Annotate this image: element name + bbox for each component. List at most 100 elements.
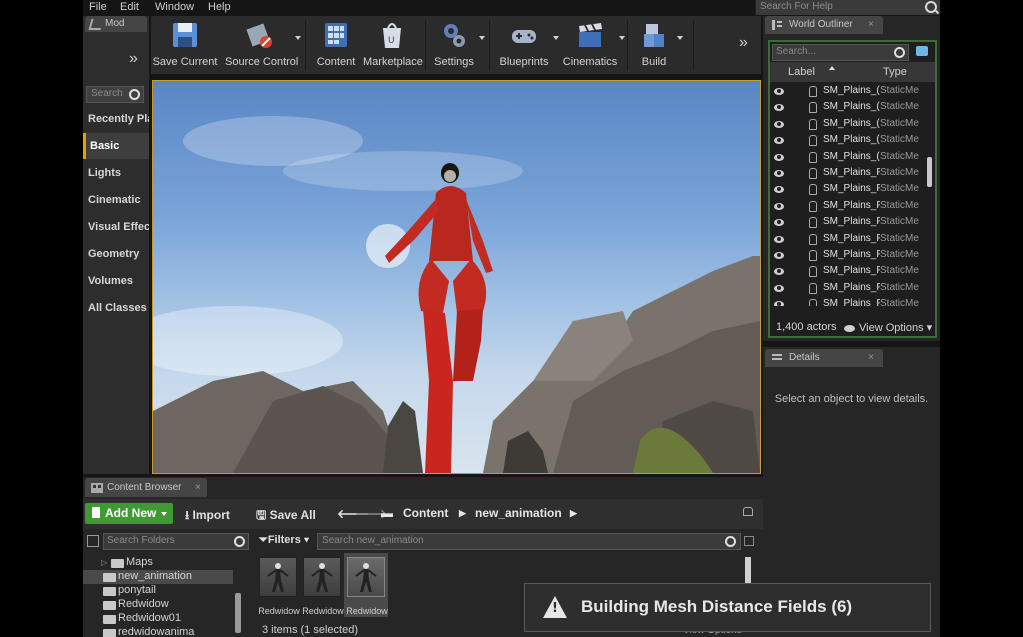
content-browser-tab[interactable]: Content Browser × [85, 478, 207, 497]
visibility-eye-icon[interactable] [774, 252, 784, 259]
category-recently-placed[interactable]: Recently Pla [83, 106, 149, 132]
menu-file[interactable]: File [89, 0, 107, 14]
settings-button[interactable]: Settings [429, 16, 485, 74]
source-control-button[interactable]: Source Control [225, 16, 301, 74]
visibility-eye-icon[interactable] [774, 104, 784, 112]
outliner-scrollbar[interactable] [927, 157, 932, 187]
folder-new-animation[interactable]: new_animation [83, 570, 233, 584]
folder-scrollbar[interactable] [235, 593, 241, 633]
visibility-eye-icon[interactable] [774, 170, 784, 177]
visibility-eye-icon[interactable] [774, 186, 784, 194]
save-search-icon[interactable] [744, 536, 754, 546]
close-icon[interactable]: × [868, 352, 874, 363]
category-volumes[interactable]: Volumes [83, 268, 149, 294]
folder-maps[interactable]: ▷ Maps [83, 556, 233, 570]
menu-window[interactable]: Window [155, 0, 194, 14]
chevron-down-icon[interactable] [553, 36, 559, 40]
visibility-eye-icon[interactable] [774, 268, 784, 276]
details-tab[interactable]: Details × [765, 349, 883, 367]
outliner-row[interactable]: SM_Plains_F StaticMe [770, 232, 928, 248]
outliner-row[interactable]: SM_Plains_(StaticMe [770, 117, 928, 133]
build-button[interactable]: Build [631, 16, 683, 74]
asset-tile[interactable]: Redwidow [302, 557, 344, 616]
chevron-down-icon[interactable] [677, 36, 683, 40]
add-new-button[interactable]: Add New [85, 503, 173, 524]
visibility-eye-icon[interactable] [774, 284, 784, 292]
folder-redwidow[interactable]: Redwidow [83, 598, 233, 612]
asset-tile[interactable]: Redwidow [258, 557, 300, 616]
visibility-eye-icon[interactable] [774, 301, 784, 306]
search-icon [234, 536, 245, 547]
menu-edit[interactable]: Edit [120, 0, 139, 14]
visibility-eye-icon[interactable] [774, 153, 784, 161]
outliner-row[interactable]: SM_Plains_F StaticMe [770, 199, 928, 215]
search-icon [894, 47, 905, 58]
asset-search-input[interactable]: Search new_animation [317, 533, 741, 550]
chevron-down-icon[interactable] [619, 36, 625, 40]
marketplace-button[interactable]: U Marketplace [363, 16, 423, 74]
chevron-down-icon[interactable] [479, 36, 485, 40]
lock-icon[interactable] [743, 507, 753, 516]
import-button[interactable]: ⭳ Import [185, 506, 230, 527]
save-current-button[interactable]: Save Current [151, 16, 219, 74]
content-browser-icon [91, 483, 103, 493]
visibility-eye-icon[interactable] [774, 235, 784, 243]
outliner-row[interactable]: SM_Plains_F StaticMe [770, 281, 928, 297]
asset-scrollbar[interactable] [745, 557, 751, 585]
outliner-row[interactable]: SM_Plains_(StaticMe [770, 84, 928, 100]
category-visual-effects[interactable]: Visual Effec [83, 214, 149, 240]
expand-arrow-icon[interactable]: ▷ [101, 558, 107, 567]
outliner-row[interactable]: SM_Plains_F StaticMe [770, 215, 928, 231]
viewport-scene[interactable] [152, 80, 761, 474]
breadcrumb-new-animation[interactable]: new_animation [475, 506, 562, 520]
visibility-eye-icon[interactable] [774, 202, 784, 210]
outliner-row[interactable]: SM_Plains_F StaticMe [770, 297, 928, 306]
category-geometry[interactable]: Geometry [83, 241, 149, 267]
menu-help[interactable]: Help [208, 0, 231, 14]
outliner-row[interactable]: SM_Plains_(StaticMe [770, 150, 928, 166]
folder-redwidowanima[interactable]: redwidowanima [83, 626, 233, 637]
outliner-row[interactable]: SM_Plains_F StaticMe [770, 264, 928, 280]
blueprints-button[interactable]: Blueprints [495, 16, 559, 74]
outliner-search-input[interactable]: Search... [772, 44, 909, 61]
toolbar-overflow-chevron-icon[interactable]: » [739, 34, 748, 52]
expand-chevron-icon[interactable]: » [129, 50, 138, 68]
close-icon[interactable]: × [868, 19, 874, 30]
save-all-button[interactable]: 🖫 Save All [256, 506, 316, 527]
visibility-eye-icon[interactable] [774, 137, 784, 145]
world-outliner-tab[interactable]: World Outliner × [765, 16, 883, 34]
asset-tile-selected[interactable]: Redwidow [344, 553, 388, 617]
folder-ponytail[interactable]: ponytail [83, 584, 233, 598]
cinematics-button[interactable]: Cinematics [561, 16, 625, 74]
outliner-row[interactable]: SM_Plains_F StaticMe [770, 182, 928, 198]
visibility-eye-icon[interactable] [774, 219, 784, 227]
chevron-down-icon[interactable] [295, 36, 301, 40]
category-lights[interactable]: Lights [83, 160, 149, 186]
level-viewport[interactable] [151, 76, 761, 474]
outliner-view-options-button[interactable]: View Options ▾ [844, 321, 932, 334]
visibility-eye-icon[interactable] [774, 88, 784, 95]
category-basic[interactable]: Basic [83, 133, 149, 159]
modes-search-input[interactable]: Search [86, 86, 144, 103]
content-button[interactable]: Content [311, 16, 361, 74]
outliner-row[interactable]: SM_Plains_F StaticMe [770, 166, 928, 182]
visibility-eye-icon[interactable] [774, 120, 784, 128]
add-folder-icon[interactable] [916, 46, 928, 56]
column-label-header[interactable]: Label [788, 66, 815, 78]
folder-search-input[interactable]: Search Folders [103, 533, 249, 550]
outliner-row[interactable]: SM_Plains_(StaticMe [770, 133, 928, 149]
modes-tab[interactable]: Mod [85, 16, 147, 32]
folder-redwidow01[interactable]: Redwidow01 [83, 612, 233, 626]
filters-button[interactable]: ⏷Filters ▾ [259, 534, 309, 547]
outliner-row[interactable]: SM_Plains_F StaticMe [770, 248, 928, 264]
breadcrumb-separator-icon[interactable]: ▶ [459, 508, 466, 519]
breadcrumb-separator-icon[interactable]: ▶ [570, 508, 577, 519]
breadcrumb-content[interactable]: Content [403, 506, 448, 520]
collapse-tree-icon[interactable] [87, 535, 99, 547]
category-all-classes[interactable]: All Classes [83, 295, 149, 321]
help-search-input[interactable]: Search For Help [755, 0, 940, 15]
category-cinematic[interactable]: Cinematic [83, 187, 149, 213]
close-icon[interactable]: × [195, 482, 201, 493]
outliner-row[interactable]: SM_Plains_(StaticMe [770, 100, 928, 116]
column-type-header[interactable]: Type [883, 66, 907, 78]
